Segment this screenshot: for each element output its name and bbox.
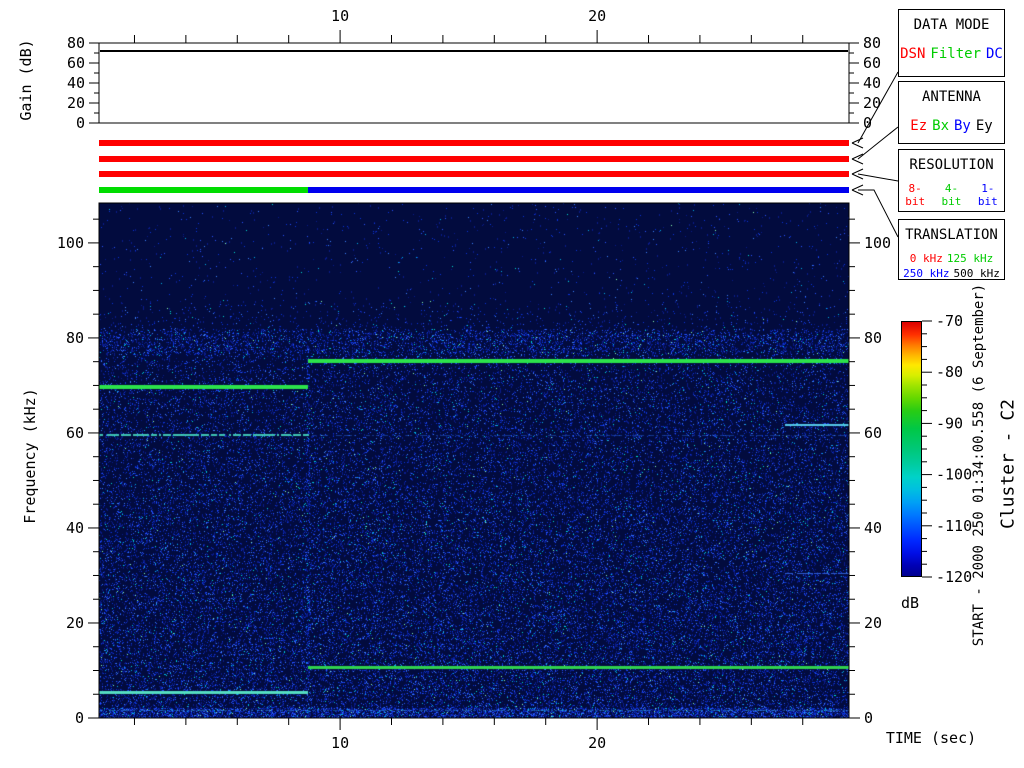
- colorbar: [901, 321, 922, 577]
- legend-option-ez: Ez: [910, 118, 928, 134]
- freq-tick-label-right: 100: [864, 234, 891, 252]
- colorbar-tick-label: -110: [936, 517, 972, 535]
- colorbar-tick-label: -100: [936, 466, 972, 484]
- gain-tick-label-left: 40: [67, 74, 85, 92]
- gain-tick-label-left: 60: [67, 54, 85, 72]
- panel-translation: TRANSLATION 0 kHz 125 kHz 250 kHz 500 kHz: [898, 219, 1005, 280]
- colorbar-tick-label: -70: [936, 312, 963, 330]
- legend-option-bx: Bx: [932, 118, 949, 134]
- translation-bar: [307, 187, 849, 193]
- spacecraft-annotation: Cluster - C2: [997, 398, 1019, 530]
- legend-option-1-bit: 1-bit: [977, 182, 998, 208]
- panel-translation-options: 0 kHz 125 kHz: [899, 252, 1004, 265]
- arrow-head: [851, 153, 864, 160]
- legend-option-ey: Ey: [975, 118, 993, 134]
- colorbar-tick-label: -120: [936, 568, 972, 586]
- freq-tick-label-left: 100: [57, 234, 84, 252]
- start-time-annotation: START - 2000 250 01:34:00.558 (6 Septemb…: [971, 283, 987, 647]
- gain-axis-title: Gain (dB): [17, 39, 35, 121]
- colorbar-unit: dB: [900, 594, 920, 612]
- panel-data-mode: DATA MODE DSN Filter DC: [898, 9, 1005, 77]
- freq-tick-label-right: 0: [864, 709, 873, 727]
- arrow-head: [851, 173, 864, 180]
- gain-tick-label-right: 0: [863, 114, 872, 132]
- time-tick-label-top: 20: [588, 7, 606, 25]
- spectrogram-canvas: [99, 203, 849, 718]
- legend-option-500-khz: 500 kHz: [953, 267, 1000, 280]
- panel-antenna-title: ANTENNA: [921, 89, 981, 105]
- gain-tick-label-left: 20: [67, 94, 85, 112]
- arrow-head: [851, 184, 864, 191]
- resolution-bar: [99, 171, 849, 177]
- legend-option-dsn: DSN: [900, 46, 926, 62]
- legend-option-4-bit: 4-bit: [941, 182, 962, 208]
- time-tick-label-bottom: 20: [588, 734, 606, 752]
- panel-resolution: RESOLUTION 8-bit 4-bit 1-bit: [898, 149, 1005, 212]
- legend-option-250-khz: 250 kHz: [903, 267, 950, 280]
- gain-tick-label-right: 80: [863, 34, 881, 52]
- gain-tick-label-right: 60: [863, 54, 881, 72]
- panel-resolution-options: 8-bit 4-bit 1-bit: [899, 182, 1004, 208]
- legend-option-0-khz: 0 kHz: [909, 252, 943, 265]
- freq-tick-label-right: 20: [864, 614, 882, 632]
- panel-translation-options-row2: 250 kHz 500 kHz: [899, 267, 1004, 280]
- gain-tick-label-right: 40: [863, 74, 881, 92]
- wbd-spectrogram-display: 0 0 20 20 40 40 60 60 80 80 10 20 0 0 20 20 40 40 60 60 80 80…: [0, 0, 1024, 768]
- panel-translation-title: TRANSLATION: [905, 227, 998, 243]
- panel-data-mode-title: DATA MODE: [913, 17, 990, 33]
- gain-plot-box: [98, 42, 850, 124]
- legend-option-dc: DC: [986, 46, 1003, 62]
- legend-option-filter: Filter: [930, 46, 981, 62]
- panel-resolution-title: RESOLUTION: [909, 157, 994, 173]
- time-tick-label-bottom: 10: [331, 734, 349, 752]
- time-axis-title: TIME (sec): [885, 729, 977, 747]
- freq-tick-label-right: 60: [864, 424, 882, 442]
- freq-tick-label-left: 40: [66, 519, 84, 537]
- legend-option-by: By: [954, 118, 971, 134]
- translation-bar: [99, 187, 308, 193]
- legend-option-125-khz: 125 kHz: [946, 252, 994, 265]
- arrow-connector: [857, 173, 899, 182]
- freq-tick-label-left: 60: [66, 424, 84, 442]
- freq-tick-label-right: 80: [864, 329, 882, 347]
- arrow-head: [851, 189, 864, 196]
- arrow-connector: [857, 71, 899, 144]
- panel-antenna-options: Ez Bx By Ey: [899, 118, 1004, 134]
- frequency-axis-title: Frequency (kHz): [21, 388, 39, 524]
- legend-option-8-bit: 8-bit: [905, 182, 926, 208]
- time-tick-label-top: 10: [331, 7, 349, 25]
- panel-antenna: ANTENNA Ez Bx By Ey: [898, 81, 1005, 144]
- arrow-head: [851, 168, 864, 175]
- freq-tick-label-left: 0: [75, 709, 84, 727]
- freq-tick-label-right: 40: [864, 519, 882, 537]
- arrow-head: [851, 158, 864, 165]
- arrow-connector: [857, 126, 899, 160]
- arrow-head: [851, 137, 864, 144]
- arrow-connector: [858, 189, 899, 238]
- gain-tick-label-left: 0: [76, 114, 85, 132]
- panel-data-mode-options: DSN Filter DC: [899, 46, 1004, 62]
- arrow-head: [851, 142, 864, 149]
- freq-tick-label-left: 80: [66, 329, 84, 347]
- gain-tick-label-right: 20: [863, 94, 881, 112]
- antenna-bar: [99, 156, 849, 162]
- colorbar-tick-label: -90: [936, 414, 963, 432]
- gain-tick-label-left: 80: [67, 34, 85, 52]
- colorbar-tick-label: -80: [936, 363, 963, 381]
- data-mode-bar: [99, 140, 849, 146]
- freq-tick-label-left: 20: [66, 614, 84, 632]
